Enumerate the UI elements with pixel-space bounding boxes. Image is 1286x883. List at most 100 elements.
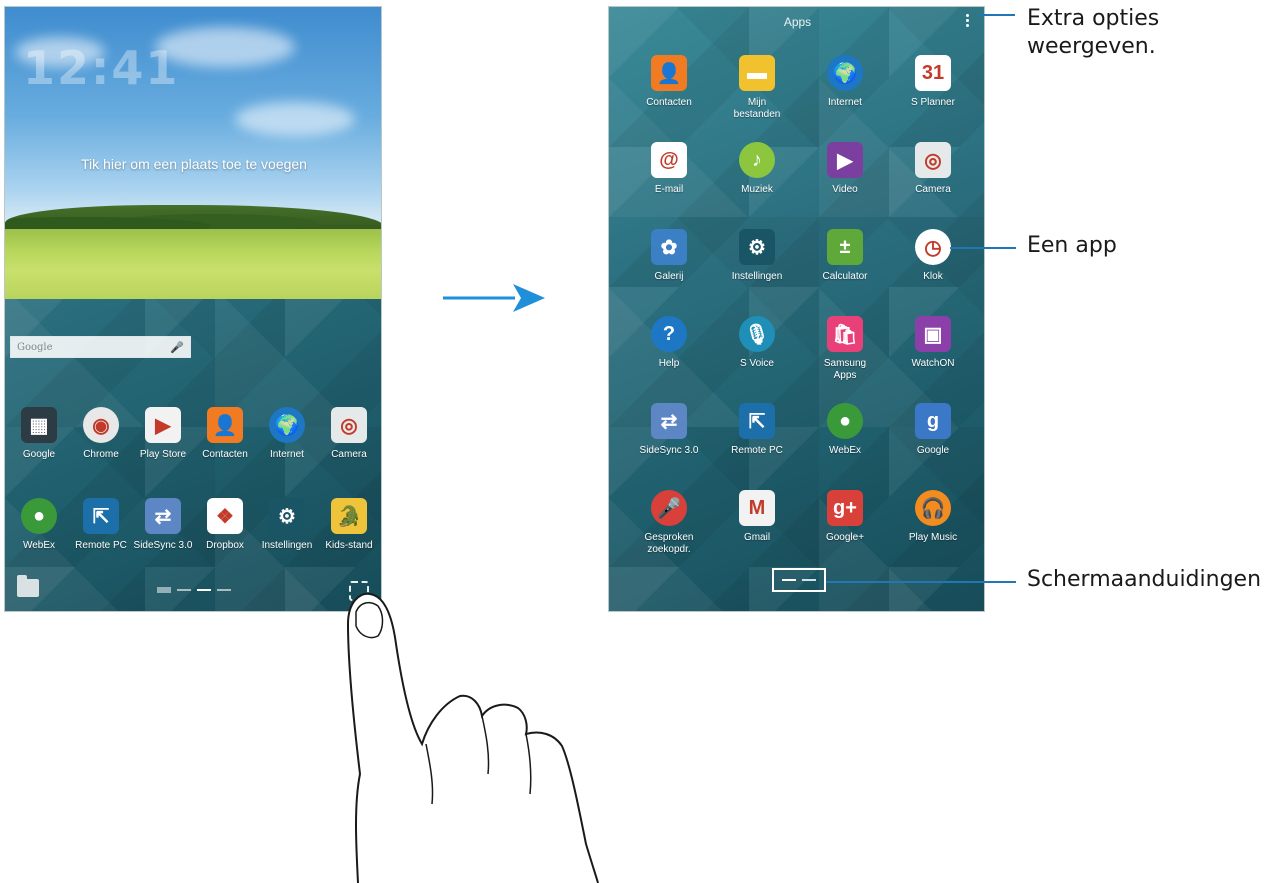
apps-app-23[interactable]: 🎧 Play Music bbox=[902, 490, 964, 544]
app-label: WebEx bbox=[828, 445, 862, 456]
help-icon: ? bbox=[651, 316, 687, 352]
apps-app-10[interactable]: ± Calculator bbox=[814, 229, 876, 283]
samsung-apps-icon: 🛍 bbox=[827, 316, 863, 352]
app-label: Klok bbox=[923, 271, 943, 282]
contacts-icon: 👤 bbox=[651, 55, 687, 91]
camera-icon: ◎ bbox=[331, 407, 367, 443]
apps-app-14[interactable]: 🛍 Samsung Apps bbox=[814, 316, 876, 382]
apps-app-8[interactable]: ✿ Galerij bbox=[638, 229, 700, 283]
search-bar-label: Google bbox=[17, 341, 53, 353]
webex-icon: ● bbox=[827, 403, 863, 439]
callout-line-page-indicators bbox=[826, 581, 1016, 583]
globe-icon: 🌍 bbox=[269, 407, 305, 443]
google-plus-icon: g+ bbox=[827, 490, 863, 526]
apps-app-3[interactable]: 31 S Planner bbox=[902, 55, 964, 109]
app-label: Chrome bbox=[83, 449, 119, 460]
app-label: Galerij bbox=[654, 271, 684, 282]
apps-app-16[interactable]: ⇄ SideSync 3.0 bbox=[638, 403, 700, 457]
apps-app-18[interactable]: ● WebEx bbox=[814, 403, 876, 457]
folder-icon[interactable] bbox=[17, 575, 39, 597]
app-label: SideSync 3.0 bbox=[133, 540, 193, 551]
callout-page-indicators: Schermaanduidingen bbox=[1027, 567, 1262, 592]
video-icon: ▶ bbox=[827, 142, 863, 178]
page-indicator-dash bbox=[177, 589, 191, 591]
apps-app-4[interactable]: @ E-mail bbox=[638, 142, 700, 196]
apps-app-7[interactable]: ◎ Camera bbox=[902, 142, 964, 196]
app-label: WatchON bbox=[911, 358, 955, 369]
page-indicator-dash-active bbox=[197, 589, 211, 591]
folder-icon: ▬ bbox=[739, 55, 775, 91]
app-label: Calculator bbox=[822, 271, 868, 282]
app-label: Muziek bbox=[741, 184, 773, 195]
home-app-10[interactable]: ⚙ Instellingen bbox=[256, 498, 318, 552]
chrome-icon: ◉ bbox=[83, 407, 119, 443]
kids-mode-icon: 🐊 bbox=[331, 498, 367, 534]
webex-icon: ● bbox=[21, 498, 57, 534]
wallpaper-field bbox=[5, 229, 381, 299]
app-label: Gmail bbox=[743, 532, 771, 543]
apps-app-1[interactable]: ▬ Mijn bestanden bbox=[726, 55, 788, 121]
home-app-3[interactable]: 👤 Contacten bbox=[194, 407, 256, 461]
page-indicator-dash-active bbox=[782, 579, 796, 581]
app-label: Help bbox=[658, 358, 680, 369]
apps-screen-title: Apps bbox=[783, 15, 812, 29]
remote-pc-icon: ⇱ bbox=[739, 403, 775, 439]
settings-gear-icon: ⚙ bbox=[269, 498, 305, 534]
home-app-8[interactable]: ⇄ SideSync 3.0 bbox=[132, 498, 194, 552]
apps-app-13[interactable]: 🎙 S Voice bbox=[726, 316, 788, 370]
callout-an-app: Een app bbox=[1027, 233, 1117, 258]
app-label: Contacten bbox=[202, 449, 248, 460]
app-label: Camera bbox=[331, 449, 367, 460]
apps-app-2[interactable]: 🌍 Internet bbox=[814, 55, 876, 109]
gallery-icon: ✿ bbox=[651, 229, 687, 265]
microphone-icon[interactable]: 🎤 bbox=[170, 341, 184, 354]
email-icon: @ bbox=[651, 142, 687, 178]
home-screen: 12:41 Tik hier om een plaats toe te voeg… bbox=[4, 6, 382, 612]
settings-gear-icon: ⚙ bbox=[739, 229, 775, 265]
apps-app-9[interactable]: ⚙ Instellingen bbox=[726, 229, 788, 283]
music-icon: ♪ bbox=[739, 142, 775, 178]
apps-app-15[interactable]: ▣ WatchON bbox=[902, 316, 964, 370]
callout-line-an-app bbox=[950, 247, 1016, 249]
app-label: S Voice bbox=[740, 358, 774, 369]
callout-line-extra-options bbox=[979, 14, 1015, 16]
apps-app-20[interactable]: 🎤 Gesproken zoekopdr. bbox=[638, 490, 700, 556]
app-label: Play Music bbox=[908, 532, 958, 543]
apps-app-17[interactable]: ⇱ Remote PC bbox=[726, 403, 788, 457]
home-app-6[interactable]: ● WebEx bbox=[8, 498, 70, 552]
apps-app-5[interactable]: ♪ Muziek bbox=[726, 142, 788, 196]
google-search-bar[interactable]: Google 🎤 bbox=[10, 336, 191, 358]
home-app-9[interactable]: ❖ Dropbox bbox=[194, 498, 256, 552]
add-place-prompt[interactable]: Tik hier om een plaats toe te voegen bbox=[5, 156, 381, 172]
home-app-2[interactable]: ▶ Play Store bbox=[132, 407, 194, 461]
apps-app-6[interactable]: ▶ Video bbox=[814, 142, 876, 196]
calendar-icon: 31 bbox=[915, 55, 951, 91]
watchon-icon: ▣ bbox=[915, 316, 951, 352]
google-icon: g bbox=[915, 403, 951, 439]
apps-app-19[interactable]: g Google bbox=[902, 403, 964, 457]
apps-page-indicator[interactable] bbox=[772, 568, 826, 592]
apps-app-11[interactable]: ◷ Klok bbox=[902, 229, 964, 283]
app-label: Internet bbox=[828, 97, 862, 108]
gmail-icon: M bbox=[739, 490, 775, 526]
apps-app-0[interactable]: 👤 Contacten bbox=[638, 55, 700, 109]
more-options-icon[interactable] bbox=[964, 14, 970, 28]
home-app-1[interactable]: ◉ Chrome bbox=[70, 407, 132, 461]
apps-app-21[interactable]: M Gmail bbox=[726, 490, 788, 544]
home-app-11[interactable]: 🐊 Kids-stand bbox=[318, 498, 380, 552]
app-label: Kids-stand bbox=[325, 540, 373, 551]
apps-app-22[interactable]: g+ Google+ bbox=[814, 490, 876, 544]
remote-pc-icon: ⇱ bbox=[83, 498, 119, 534]
home-app-5[interactable]: ◎ Camera bbox=[318, 407, 380, 461]
app-label: Google bbox=[22, 449, 56, 460]
home-app-4[interactable]: 🌍 Internet bbox=[256, 407, 318, 461]
home-app-7[interactable]: ⇱ Remote PC bbox=[70, 498, 132, 552]
microphone-icon: 🎙 bbox=[739, 316, 775, 352]
page-indicator-grid bbox=[157, 587, 171, 593]
home-app-0[interactable]: ▦ Google bbox=[8, 407, 70, 461]
app-label: Remote PC bbox=[731, 445, 783, 456]
play-store-icon: ▶ bbox=[145, 407, 181, 443]
wallpaper-cloud bbox=[235, 102, 355, 136]
apps-app-12[interactable]: ? Help bbox=[638, 316, 700, 370]
app-label: SideSync 3.0 bbox=[639, 445, 699, 456]
